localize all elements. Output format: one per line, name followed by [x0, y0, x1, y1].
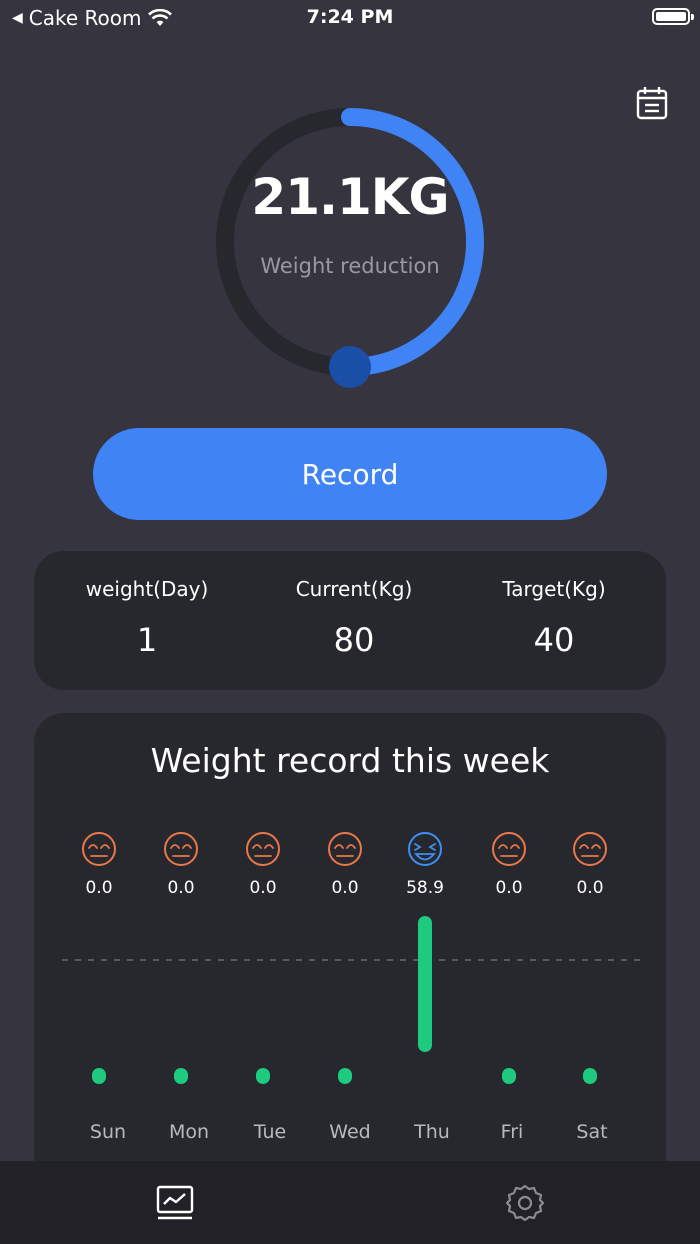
happy-face-icon — [408, 832, 442, 866]
chart-tab[interactable] — [155, 1183, 195, 1223]
stat-target-label: Target(Kg) — [502, 577, 606, 601]
bar-fri — [502, 1068, 516, 1084]
weight-reduction-value: 21.1KG — [251, 168, 449, 226]
bar-sun — [92, 1068, 106, 1084]
day-label-wed: Wed — [329, 1121, 370, 1143]
bar-mon — [174, 1068, 188, 1084]
chart-icon — [156, 1185, 194, 1220]
value-label-tue: 0.0 — [249, 878, 276, 898]
stat-days-label: weight(Day) — [85, 577, 209, 601]
stat-current-value: 80 — [333, 621, 375, 659]
value-label-mon: 0.0 — [167, 878, 194, 898]
week-record-card: Weight record this week 0.0 Sun 0.0 Mon 0.0 T… — [34, 713, 666, 1161]
stats-card: weight(Day) 1 Current(Kg) 80 Target(Kg) … — [34, 551, 666, 690]
tab-bar — [0, 1161, 700, 1244]
neutral-face-icon — [164, 832, 198, 866]
stat-target: Target(Kg) 40 — [454, 577, 654, 659]
value-label-thu: 58.9 — [406, 878, 444, 898]
value-label-sun: 0.0 — [85, 878, 112, 898]
day-label-sat: Sat — [576, 1121, 607, 1143]
neutral-face-icon — [246, 832, 280, 866]
stat-days: weight(Day) 1 — [47, 577, 247, 659]
ring-knob — [329, 346, 371, 388]
bar-sat — [583, 1068, 597, 1084]
neutral-face-icon — [573, 832, 607, 866]
neutral-face-icon — [328, 832, 362, 866]
gear-icon — [505, 1184, 545, 1222]
neutral-face-icon — [82, 832, 116, 866]
value-label-wed: 0.0 — [331, 878, 358, 898]
neutral-face-icon — [492, 832, 526, 866]
bar-wed — [338, 1068, 352, 1084]
bar-thu — [418, 916, 432, 1052]
value-label-fri: 0.0 — [495, 878, 522, 898]
ring-progress-arc — [341, 108, 484, 376]
record-button[interactable]: Record — [93, 428, 607, 520]
day-label-thu: Thu — [413, 1121, 450, 1143]
progress-ring: 21.1KG Weight reduction — [0, 0, 700, 420]
weight-reduction-label: Weight reduction — [260, 254, 440, 278]
stat-current-label: Current(Kg) — [295, 577, 413, 601]
day-label-tue: Tue — [253, 1121, 286, 1143]
stat-current: Current(Kg) 80 — [254, 577, 454, 659]
settings-tab[interactable] — [505, 1183, 545, 1223]
week-chart: 0.0 Sun 0.0 Mon 0.0 Tue 0.0 Wed 58.9 Thu 0.0 Fri 0.0… — [62, 832, 640, 1143]
day-label-fri: Fri — [501, 1121, 524, 1143]
stat-target-value: 40 — [533, 621, 575, 659]
day-label-mon: Mon — [169, 1121, 209, 1143]
value-label-sat: 0.0 — [576, 878, 603, 898]
day-label-sun: Sun — [90, 1121, 126, 1143]
bar-tue — [256, 1068, 270, 1084]
stat-days-value: 1 — [136, 621, 158, 659]
